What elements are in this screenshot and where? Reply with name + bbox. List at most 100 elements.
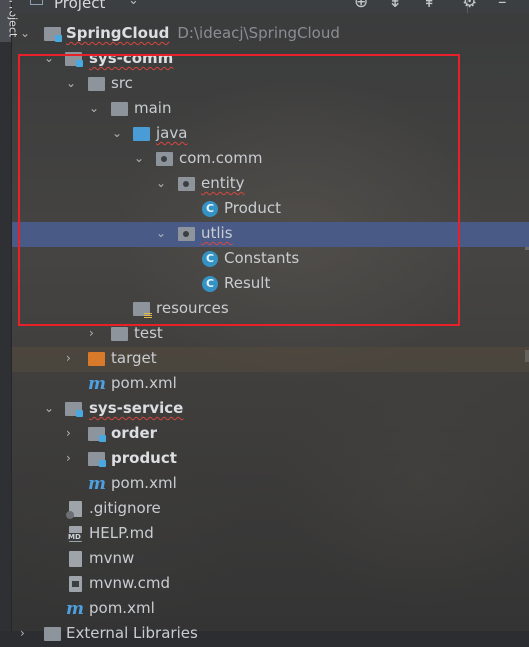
chevron-right-icon[interactable]: › — [66, 351, 78, 365]
tree-item-result-class[interactable]: C Result — [12, 272, 529, 297]
minimize-icon[interactable]: – — [498, 0, 507, 12]
panel-title[interactable]: Project — [54, 0, 105, 12]
tree-item-src[interactable]: ⌄ src — [12, 72, 529, 97]
collapse-all-icon[interactable]: ⇞ — [422, 0, 436, 12]
tree-item-mvnw[interactable]: mvnw — [12, 547, 529, 572]
class-icon: C — [202, 276, 218, 292]
chevron-right-icon[interactable]: › — [20, 626, 32, 640]
file-icon — [69, 551, 82, 567]
folder-icon — [88, 77, 105, 91]
tree-item-label: pom.xml — [89, 599, 155, 617]
tree-item-utlis[interactable]: ⌄ utlis — [12, 222, 529, 247]
library-icon — [44, 627, 61, 641]
tree-item-label: src — [111, 74, 133, 92]
folder-icon — [111, 102, 128, 116]
chevron-down-icon[interactable]: ⌄ — [89, 101, 101, 115]
tree-item-product-class[interactable]: C Product — [12, 197, 529, 222]
tree-item-test[interactable]: › test — [12, 322, 529, 347]
tree-item-label: Product — [224, 199, 281, 217]
tree-item-pom-xml[interactable]: m pom.xml — [12, 472, 529, 497]
tree-item-resources[interactable]: resources — [12, 297, 529, 322]
tree-item-gitignore[interactable]: .gitignore — [12, 497, 529, 522]
markdown-icon — [67, 526, 82, 542]
tree-item-mvnw-cmd[interactable]: mvnw.cmd — [12, 572, 529, 597]
tree-item-sys-service[interactable]: ⌄ sys-service — [12, 397, 529, 422]
project-side-tab[interactable]: Project — [0, 0, 19, 42]
tree-item-label: mvnw.cmd — [89, 574, 171, 592]
chevron-down-icon[interactable]: ⌄ — [134, 151, 146, 165]
chevron-down-icon[interactable]: ⌄ — [156, 226, 168, 240]
gear-icon[interactable]: ⚙ — [462, 0, 477, 12]
tree-item-springcloud[interactable]: ⌄ SpringCloud D:\ideacj\SpringCloud — [12, 22, 529, 47]
folder-icon — [111, 327, 128, 341]
tree-item-com-comm[interactable]: ⌄ com.comm — [12, 147, 529, 172]
module-folder-icon — [65, 402, 83, 417]
project-path: D:\ideacj\SpringCloud — [177, 24, 340, 42]
tree-item-entity[interactable]: ⌄ entity — [12, 172, 529, 197]
class-icon: C — [202, 251, 218, 267]
cmd-file-icon — [69, 576, 82, 592]
module-folder-icon — [88, 452, 106, 467]
tree-item-pom-xml[interactable]: m pom.xml — [12, 597, 529, 622]
tree-item-label: utlis — [201, 224, 233, 242]
maven-icon: m — [88, 474, 106, 494]
project-panel-header: Project ⌄ ⊕ ⇟ ⇞ ⚙ – — [12, 0, 529, 14]
side-tool-strip: Project — [0, 0, 19, 631]
tree-item-label: java — [156, 124, 188, 142]
module-folder-icon — [88, 427, 106, 442]
tree-item-label: HELP.md — [89, 524, 154, 542]
tree-item-label: test — [134, 324, 163, 342]
tree-item-help-md[interactable]: HELP.md — [12, 522, 529, 547]
tree-item-pom-xml[interactable]: m pom.xml — [12, 372, 529, 397]
tree-item-label: resources — [156, 299, 229, 317]
chevron-right-icon[interactable]: › — [66, 426, 78, 440]
tree-item-sys-comm[interactable]: ⌄ sys-comm — [12, 47, 529, 72]
chevron-down-icon[interactable]: ⌄ — [66, 76, 78, 90]
tree-item-label: mvnw — [89, 549, 135, 567]
chevron-down-icon[interactable]: ⌄ — [156, 176, 168, 190]
tree-item-label: sys-comm — [89, 49, 174, 67]
tree-item-label: SpringCloud — [66, 24, 170, 42]
maven-icon: m — [88, 374, 106, 394]
package-icon — [178, 227, 195, 241]
gitignore-icon — [66, 501, 82, 519]
tree-item-external-libraries[interactable]: › External Libraries — [12, 622, 529, 647]
chevron-right-icon[interactable]: › — [66, 451, 78, 465]
project-window-icon — [30, 0, 43, 5]
tree-item-label: pom.xml — [111, 474, 177, 492]
source-folder-icon — [133, 127, 150, 141]
tree-item-label: target — [111, 349, 157, 367]
tree-item-label: External Libraries — [66, 624, 198, 642]
tree-item-label: .gitignore — [89, 499, 161, 517]
chevron-down-icon[interactable]: ⌄ — [20, 26, 32, 40]
excluded-folder-icon — [88, 352, 105, 366]
tree-item-order[interactable]: › order — [12, 422, 529, 447]
tree-item-java[interactable]: ⌄ java — [12, 122, 529, 147]
chevron-down-icon[interactable]: ⌄ — [44, 51, 56, 65]
tree-item-label: entity — [201, 174, 245, 192]
tree-item-label: product — [111, 449, 177, 467]
tree-item-label: pom.xml — [111, 374, 177, 392]
module-folder-icon — [65, 52, 83, 67]
tree-item-constants-class[interactable]: C Constants — [12, 247, 529, 272]
tree-item-label: order — [111, 424, 158, 442]
tree-item-main[interactable]: ⌄ main — [12, 97, 529, 122]
tree-item-label: Result — [224, 274, 271, 292]
tree-item-product[interactable]: › product — [12, 447, 529, 472]
locate-icon[interactable]: ⊕ — [354, 0, 368, 12]
tree-item-label: Constants — [224, 249, 300, 267]
chevron-down-icon[interactable]: ⌄ — [44, 401, 56, 415]
maven-icon: m — [66, 599, 84, 619]
chevron-right-icon[interactable]: › — [89, 326, 101, 340]
tree-item-label: main — [134, 99, 172, 117]
project-tree: ⌄ SpringCloud D:\ideacj\SpringCloud ⌄ sys… — [12, 14, 529, 642]
tree-item-label: com.comm — [179, 149, 263, 167]
chevron-down-icon[interactable]: ⌄ — [112, 126, 124, 140]
package-icon — [156, 152, 173, 166]
chevron-down-icon[interactable]: ⌄ — [128, 0, 139, 8]
class-icon: C — [202, 201, 218, 217]
tree-item-target[interactable]: › target — [12, 347, 529, 372]
expand-all-icon[interactable]: ⇟ — [388, 0, 402, 12]
resources-folder-icon — [133, 302, 152, 318]
package-icon — [178, 177, 195, 191]
